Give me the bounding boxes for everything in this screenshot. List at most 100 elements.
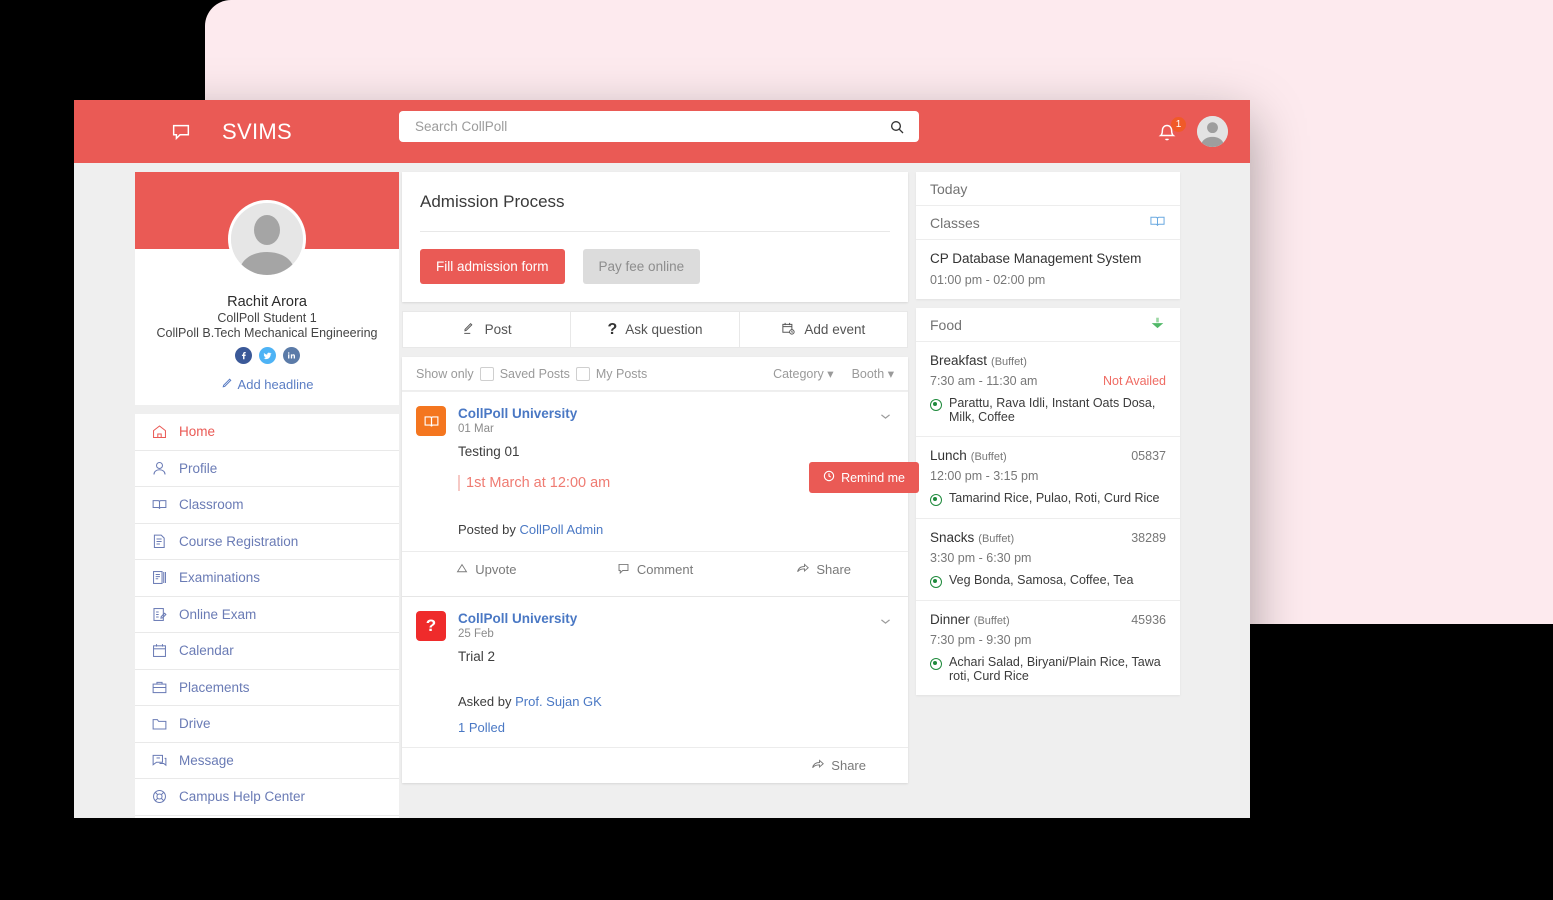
post-header: CollPoll University 01 Mar — [402, 392, 908, 436]
share-label: Share — [816, 562, 852, 577]
profile-name: Rachit Arora — [227, 294, 307, 310]
add-event-tab-label: Add event — [804, 322, 866, 337]
saved-posts-checkbox[interactable] — [479, 366, 494, 381]
sidebar-item-examinations[interactable]: Examinations — [135, 560, 399, 597]
post-author-org[interactable]: CollPoll University — [458, 611, 577, 626]
profile-avatar[interactable] — [228, 200, 306, 278]
sidebar-item-label: Drive — [179, 716, 211, 732]
question-mark-icon: ? — [416, 611, 446, 641]
category-dropdown[interactable]: Category ▾ — [773, 366, 834, 381]
pencil-underline-icon — [462, 321, 477, 339]
person-icon — [150, 459, 169, 478]
notifications-button[interactable]: 1 — [1157, 116, 1186, 146]
profile-card: Rachit Arora CollPoll Student 1 CollPoll… — [135, 172, 399, 405]
class-name: CP Database Management System — [930, 251, 1142, 266]
sidebar-item-home[interactable]: Home — [135, 414, 399, 451]
post-meta-author[interactable]: Prof. Sujan GK — [515, 694, 602, 709]
post-header: ? CollPoll University 25 Feb — [402, 597, 908, 641]
sidebar-item-drive[interactable]: Drive — [135, 706, 399, 743]
sidebar-item-service-administration[interactable]: Service Administration — [135, 816, 399, 819]
share-label: Share — [831, 758, 866, 773]
booth-dropdown[interactable]: Booth ▾ — [852, 366, 894, 381]
post-meta-prefix: Asked by — [458, 694, 512, 709]
meal-time: 12:00 pm - 3:15 pm — [930, 469, 1039, 483]
saved-posts-label: Saved Posts — [499, 366, 570, 381]
app-body: Rachit Arora CollPoll Student 1 CollPoll… — [74, 163, 1250, 818]
twitter-icon[interactable] — [258, 347, 276, 364]
chat-lines-icon — [150, 751, 169, 770]
search-icon[interactable] — [889, 119, 905, 135]
post-meta-prefix: Posted by — [458, 522, 516, 537]
share-button[interactable]: Share — [739, 552, 908, 587]
comment-button[interactable]: Comment — [571, 552, 740, 587]
meal-title-row: Lunch (Buffet) 05837 — [930, 448, 1166, 463]
facebook-icon[interactable] — [234, 347, 252, 364]
center-feed-column: Admission Process Fill admission form Pa… — [402, 163, 919, 818]
add-headline-label: Add headline — [237, 377, 314, 392]
veg-indicator-icon — [930, 399, 942, 411]
food-card: Food Breakfast (Buffet) 7:30 am - 11:30 … — [916, 308, 1180, 695]
meal-items-row: Tamarind Rice, Pulao, Roti, Curd Rice — [930, 491, 1166, 506]
meal-status: Not Availed — [1102, 374, 1166, 388]
share-arrow-icon — [811, 758, 825, 774]
sidebar-item-message[interactable]: Message — [135, 743, 399, 779]
open-book-icon — [416, 406, 446, 436]
search-input[interactable] — [413, 118, 889, 135]
poll-count[interactable]: 1 Polled — [458, 720, 894, 735]
profile-banner — [135, 172, 399, 278]
add-headline-button[interactable]: Add headline — [145, 377, 389, 405]
pencil-icon — [221, 377, 233, 392]
sidebar-item-online-exam[interactable]: Online Exam — [135, 597, 399, 633]
sidebar-item-campus-help-center[interactable]: Campus Help Center — [135, 779, 399, 816]
post-author-org[interactable]: CollPoll University — [458, 406, 577, 421]
top-navigation-bar: SVIMS 1 — [74, 100, 1250, 163]
meal-time-row: 7:30 pm - 9:30 pm — [930, 633, 1166, 647]
sidebar-item-label: Home — [179, 424, 216, 440]
post-date: 01 Mar — [458, 423, 494, 435]
my-posts-checkbox[interactable] — [575, 366, 590, 381]
meal-time: 7:30 am - 11:30 am — [930, 374, 1038, 388]
veg-indicator-icon — [930, 494, 942, 506]
post-body: Trial 2 Asked by Prof. Sujan GK 1 Polled — [402, 641, 908, 735]
fill-admission-form-button[interactable]: Fill admission form — [420, 249, 565, 284]
category-label: Category — [773, 367, 824, 381]
calendar-icon — [150, 641, 169, 660]
sidebar-item-profile[interactable]: Profile — [135, 451, 399, 487]
user-avatar-button[interactable] — [1197, 116, 1228, 147]
brand-area[interactable]: SVIMS — [170, 119, 292, 145]
meal-time-row: 3:30 pm - 6:30 pm — [930, 551, 1166, 565]
pay-fee-online-button[interactable]: Pay fee online — [582, 249, 701, 284]
meal-items-row: Achari Salad, Biryani/Plain Rice, Tawa r… — [930, 655, 1166, 683]
sidebar-item-label: Message — [179, 752, 234, 768]
search-bar[interactable] — [399, 111, 919, 142]
meal-item: Lunch (Buffet) 05837 12:00 pm - 3:15 pm … — [916, 437, 1180, 519]
feed-card: Show only Saved Posts My Posts Category … — [402, 357, 919, 783]
clock-icon — [823, 470, 835, 485]
chevron-down-icon[interactable] — [879, 410, 892, 428]
ask-question-tab[interactable]: ? Ask question — [570, 312, 738, 347]
meal-code: 05837 — [1131, 449, 1166, 463]
linkedin-icon[interactable] — [282, 347, 300, 364]
meal-type: (Buffet) — [991, 356, 1027, 368]
home-icon — [150, 422, 169, 441]
chevron-down-icon[interactable] — [879, 615, 892, 633]
upvote-button[interactable]: Upvote — [402, 552, 571, 587]
post-tab[interactable]: Post — [403, 312, 570, 347]
meal-name: Snacks — [930, 530, 975, 545]
sidebar-item-label: Classroom — [179, 497, 244, 513]
sidebar-item-calendar[interactable]: Calendar — [135, 633, 399, 670]
share-button[interactable]: Share — [811, 748, 908, 783]
class-item[interactable]: CP Database Management System 01:00 pm -… — [916, 240, 1180, 299]
sidebar-item-course-registration[interactable]: Course Registration — [135, 524, 399, 560]
meal-code: 45936 — [1131, 613, 1166, 627]
remind-me-button[interactable]: Remind me — [809, 462, 919, 493]
sidebar-item-classroom[interactable]: Classroom — [135, 487, 399, 524]
post-meta-author[interactable]: CollPoll Admin — [519, 522, 603, 537]
briefcase-icon — [150, 678, 169, 697]
add-event-tab[interactable]: Add event — [738, 312, 907, 347]
chat-bubble-icon[interactable] — [170, 121, 192, 143]
meal-name: Breakfast — [930, 353, 988, 368]
classes-label: Classes — [930, 214, 980, 231]
meal-time-row: 12:00 pm - 3:15 pm — [930, 469, 1166, 483]
sidebar-item-placements[interactable]: Placements — [135, 670, 399, 706]
